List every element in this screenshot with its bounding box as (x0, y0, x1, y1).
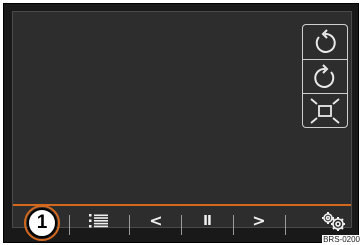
rotate-left-icon (315, 28, 336, 53)
separator (181, 215, 182, 235)
callout-number: 1 (27, 208, 57, 238)
list-button[interactable] (79, 206, 119, 236)
next-label: > (252, 211, 266, 230)
rotate-right-icon (314, 63, 335, 88)
separator (233, 215, 234, 235)
pause-button[interactable]: II (187, 206, 227, 236)
separator (285, 215, 286, 235)
previous-label: < (149, 211, 163, 230)
next-button[interactable]: > (239, 206, 279, 236)
fit-screen-icon (310, 98, 340, 124)
fit-screen-button[interactable] (303, 93, 347, 128)
settings-button[interactable] (313, 206, 353, 236)
separator (129, 215, 130, 235)
rotate-left-button[interactable] (303, 25, 347, 58)
rotate-right-button[interactable] (303, 59, 347, 93)
bottom-control-bar: < II > (13, 206, 351, 236)
view-control-panel (302, 24, 348, 128)
previous-button[interactable]: < (137, 206, 175, 236)
pause-label: II (203, 213, 212, 229)
display-screen (12, 11, 352, 228)
list-icon (89, 214, 108, 228)
separator (69, 215, 70, 235)
settings-gears-icon (322, 212, 345, 231)
image-code: BRS-0200 (322, 235, 361, 244)
